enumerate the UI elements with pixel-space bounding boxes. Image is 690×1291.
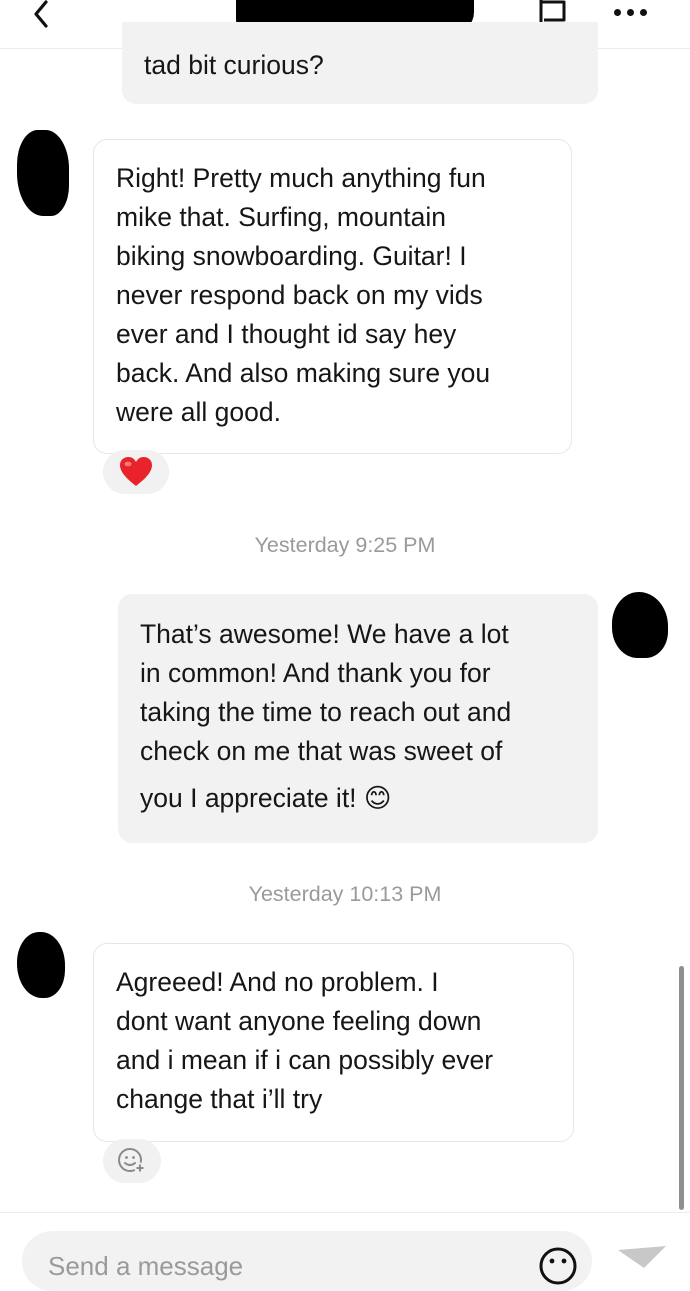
message-composer	[0, 1212, 690, 1291]
scrollbar[interactable]	[679, 966, 684, 1210]
more-options-button[interactable]	[614, 2, 662, 22]
message-timestamp: Yesterday 10:13 PM	[248, 882, 442, 906]
message-input[interactable]	[46, 1250, 520, 1283]
message-input-container	[22, 1231, 592, 1291]
smiley-icon	[539, 1247, 577, 1285]
chevron-left-icon	[34, 0, 48, 28]
message-line: and i mean if i can possibly ever	[116, 1045, 494, 1075]
message-bubble-outgoing[interactable]: tad bit curious?	[122, 22, 598, 104]
send-button[interactable]	[616, 1244, 668, 1284]
message-line: That’s awesome! We have a lot	[140, 619, 509, 649]
emoji-button[interactable]	[538, 1246, 578, 1286]
message-line: check on me that was sweet of	[140, 736, 503, 766]
message-line: you I appreciate it! 😊	[140, 783, 392, 813]
message-line: biking snowboarding. Guitar! I	[116, 241, 467, 271]
message-reaction[interactable]	[103, 450, 169, 494]
message-timestamp: Yesterday 9:25 PM	[254, 533, 436, 557]
message-line: in common! And thank you for	[140, 658, 491, 688]
message-text: tad bit curious?	[144, 50, 324, 80]
sender-avatar[interactable]	[17, 130, 69, 216]
more-dots-icon	[614, 8, 621, 16]
message-line: ever and I thought id say hey	[116, 319, 457, 349]
message-bubble-incoming[interactable]: Agreeed! And no problem. I dont want any…	[93, 943, 574, 1142]
send-arrow-icon	[618, 1246, 666, 1268]
message-line: never respond back on my vids	[116, 280, 483, 310]
message-line: Agreeed! And no problem. I	[116, 967, 439, 997]
message-bubble-incoming[interactable]: Right! Pretty much anything fun mike tha…	[93, 139, 572, 454]
back-button[interactable]	[26, 0, 60, 34]
sender-avatar[interactable]	[17, 932, 65, 998]
add-reaction-icon	[118, 1148, 146, 1174]
message-line: taking the time to reach out and	[140, 697, 512, 727]
own-avatar[interactable]	[612, 592, 668, 658]
message-bubble-outgoing[interactable]: That’s awesome! We have a lot in common!…	[118, 594, 598, 843]
add-reaction-button[interactable]	[103, 1139, 161, 1183]
message-line: dont want anyone feeling down	[116, 1006, 482, 1036]
message-line: were all good.	[116, 397, 281, 427]
heart-icon	[120, 457, 152, 486]
message-line: change that i’ll try	[116, 1084, 323, 1114]
message-line: Right! Pretty much anything fun	[116, 163, 486, 193]
message-line: mike that. Surfing, mountain	[116, 202, 446, 232]
message-line: back. And also making sure you	[116, 358, 491, 388]
